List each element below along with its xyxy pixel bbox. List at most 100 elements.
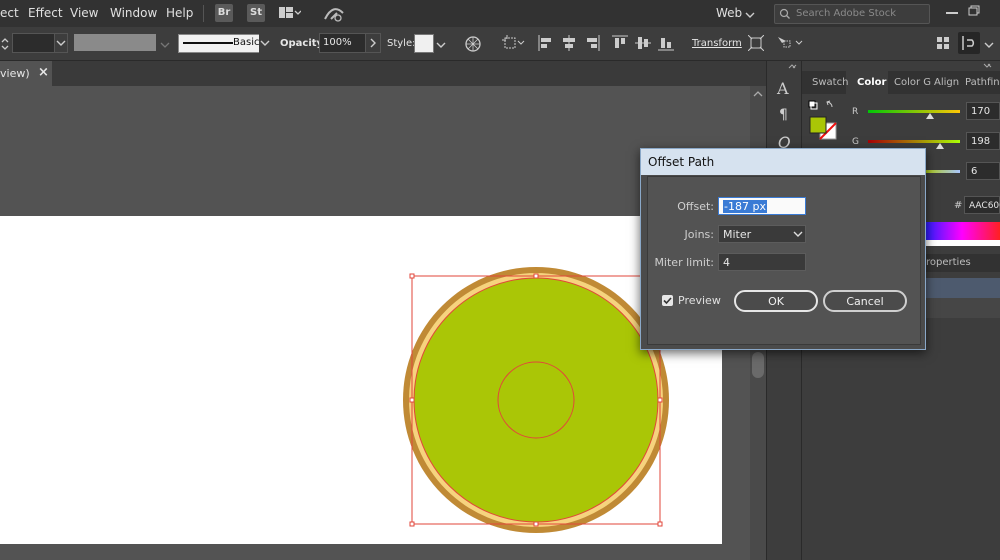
chevron-down-icon[interactable] xyxy=(160,40,170,53)
panel-menu-button[interactable] xyxy=(958,32,980,54)
stroke-weight-dropdown[interactable] xyxy=(54,33,68,53)
align-left-icon[interactable] xyxy=(538,35,554,54)
r-slider[interactable] xyxy=(868,110,960,113)
tab-swatches[interactable]: Swatch xyxy=(812,77,848,88)
miter-limit-input[interactable]: 4 xyxy=(718,253,806,271)
opacity-field[interactable]: 100% xyxy=(319,33,367,53)
graphic-style-swatch[interactable] xyxy=(414,34,434,53)
g-slider-thumb[interactable] xyxy=(936,143,944,149)
menu-item-view[interactable]: View xyxy=(70,6,98,20)
workspace-switcher[interactable]: Web xyxy=(716,6,742,20)
miter-limit-label: Miter limit: xyxy=(654,256,714,269)
character-panel-icon[interactable]: A xyxy=(777,79,789,98)
fill-stroke-widget[interactable] xyxy=(808,100,840,144)
gpu-performance-icon[interactable] xyxy=(323,5,345,26)
document-tab[interactable]: view) × xyxy=(0,61,52,86)
stock-search-input[interactable]: Search Adobe Stock xyxy=(774,4,930,24)
recolor-artwork-icon[interactable] xyxy=(464,35,482,56)
brush-definition-field[interactable]: Basic xyxy=(178,34,260,53)
offset-value: -187 px xyxy=(723,200,767,213)
align-vertical-center-icon[interactable] xyxy=(635,35,651,54)
paragraph-panel-icon[interactable]: ¶ xyxy=(779,107,788,123)
checkmark-icon xyxy=(663,297,672,305)
brush-definition-label: Basic xyxy=(233,37,260,48)
layer-row[interactable] xyxy=(924,298,1000,318)
tab-color-guide[interactable]: Color G xyxy=(894,77,931,88)
transform-link[interactable]: Transform xyxy=(692,38,742,49)
align-to-icon[interactable] xyxy=(502,35,526,54)
dialog-body: Offset: -187 px Joins: Miter Miter limit… xyxy=(647,176,921,345)
color-spectrum-white[interactable] xyxy=(924,240,1000,246)
joins-label: Joins: xyxy=(684,228,714,241)
ok-button[interactable]: OK xyxy=(734,290,818,312)
align-horizontal-center-icon[interactable] xyxy=(561,35,577,54)
chevron-down-icon[interactable] xyxy=(984,40,994,53)
opacity-dropdown[interactable] xyxy=(365,33,381,53)
selection-handle[interactable] xyxy=(409,273,415,279)
menu-item-effect[interactable]: Effect xyxy=(28,6,63,20)
selection-handle[interactable] xyxy=(533,521,539,527)
collapse-icon[interactable] xyxy=(787,63,799,69)
preview-checkbox[interactable] xyxy=(662,295,673,306)
offset-input[interactable]: -187 px xyxy=(718,197,806,215)
g-slider[interactable] xyxy=(868,140,960,143)
chevron-down-icon[interactable] xyxy=(745,9,755,22)
collapse-panels-icon[interactable] xyxy=(982,63,994,69)
tab-pathfinder[interactable]: Pathfin xyxy=(965,77,1000,88)
joins-select[interactable]: Miter xyxy=(718,225,806,243)
align-bottom-icon[interactable] xyxy=(658,35,674,54)
menu-item-help[interactable]: Help xyxy=(166,6,193,20)
color-spectrum[interactable] xyxy=(924,222,1000,240)
brush-definition-dropdown[interactable] xyxy=(259,34,272,53)
bridge-button[interactable]: Br xyxy=(215,4,233,22)
search-icon xyxy=(779,8,790,19)
menu-divider xyxy=(203,5,204,22)
stroke-weight-field[interactable] xyxy=(12,33,56,53)
restore-icon[interactable] xyxy=(968,5,980,20)
variable-width-profile[interactable] xyxy=(74,34,156,51)
puppet-warp-icon[interactable] xyxy=(776,35,804,54)
tab-properties[interactable]: roperties xyxy=(926,257,971,268)
r-slider-thumb[interactable] xyxy=(926,113,934,119)
opacity-value: 100% xyxy=(323,37,352,48)
scrollbar-thumb[interactable] xyxy=(752,352,764,378)
minimize-icon[interactable] xyxy=(946,12,958,14)
menu-item-select[interactable]: ect xyxy=(0,6,19,20)
stock-button[interactable]: St xyxy=(247,4,265,22)
selection-handle[interactable] xyxy=(533,273,539,279)
g-channel-label: G xyxy=(852,137,859,147)
hex-label: # xyxy=(954,200,963,211)
close-icon[interactable]: × xyxy=(38,65,49,80)
chevron-down-icon[interactable] xyxy=(436,40,446,53)
isolate-selected-icon[interactable] xyxy=(747,34,765,54)
workspace-grid-icon[interactable] xyxy=(936,36,950,53)
dialog-titlebar[interactable]: Offset Path xyxy=(641,149,925,175)
selection-handle[interactable] xyxy=(409,521,415,527)
preview-label[interactable]: Preview xyxy=(678,294,721,307)
cancel-button[interactable]: Cancel xyxy=(823,290,907,312)
b-value-field[interactable]: 6 xyxy=(966,162,1000,180)
stroke-stepper-icon[interactable] xyxy=(0,36,10,55)
selection-handle[interactable] xyxy=(409,397,415,403)
chevron-down-icon xyxy=(793,231,803,237)
selection-handle[interactable] xyxy=(657,397,663,403)
r-value-field[interactable]: 170 xyxy=(966,102,1000,120)
stroke-preview-line xyxy=(183,42,233,44)
align-top-icon[interactable] xyxy=(612,35,628,54)
scroll-up-icon[interactable] xyxy=(753,90,763,98)
selection-handle[interactable] xyxy=(657,521,663,527)
offset-path-dialog: Offset Path Offset: -187 px Joins: Miter… xyxy=(640,148,926,350)
layer-row-selected[interactable] xyxy=(924,278,1000,298)
green-disc[interactable] xyxy=(413,277,659,523)
menu-item-window[interactable]: Window xyxy=(110,6,157,20)
tab-align[interactable]: Align xyxy=(934,77,959,88)
style-label: Style: xyxy=(387,38,416,49)
align-right-icon[interactable] xyxy=(584,35,600,54)
arrange-documents-icon[interactable] xyxy=(279,6,302,18)
properties-tab-row: roperties xyxy=(924,254,1000,272)
hex-value-field[interactable]: AAC606 xyxy=(964,196,1000,214)
tab-color[interactable]: Color xyxy=(857,77,886,88)
b-slider[interactable] xyxy=(924,170,960,173)
g-value-field[interactable]: 198 xyxy=(966,132,1000,150)
document-tab-title: view) xyxy=(0,67,30,80)
